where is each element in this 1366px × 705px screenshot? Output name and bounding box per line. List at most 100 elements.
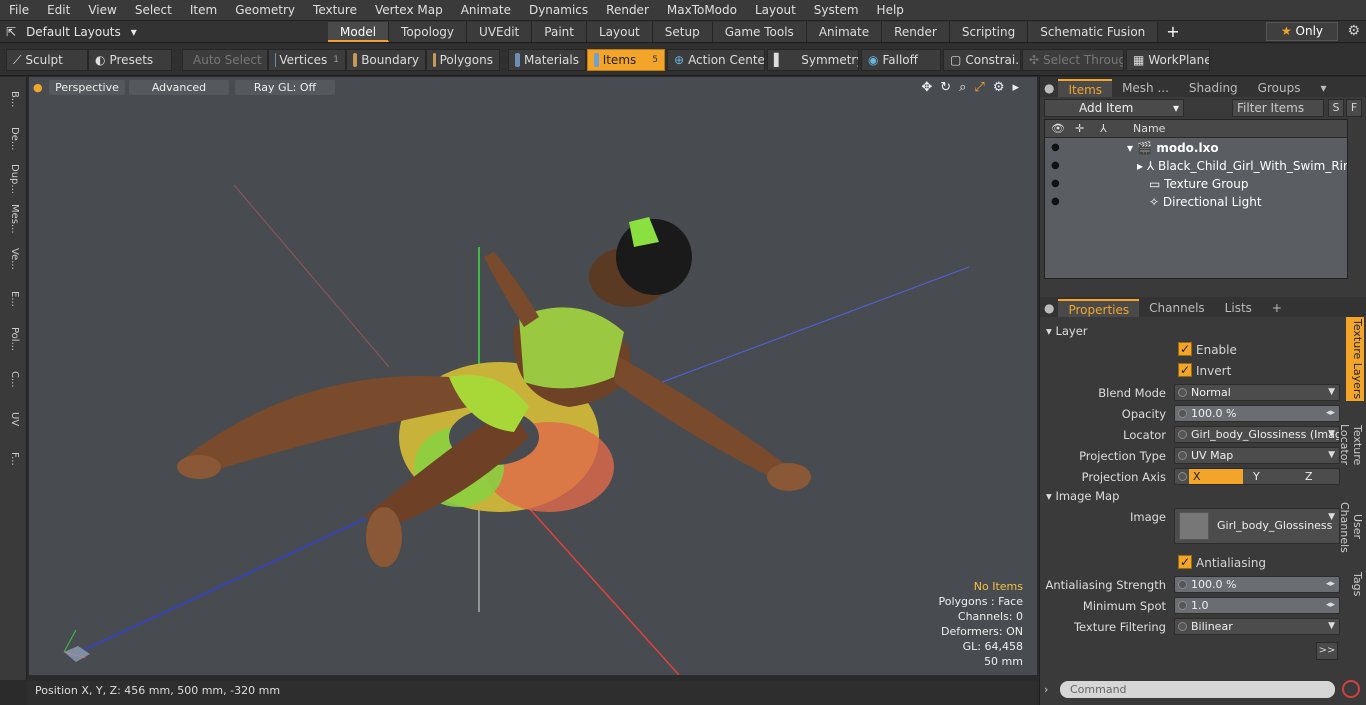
presets-button[interactable]: ◐ Presets: [88, 49, 172, 71]
tab-render[interactable]: Render: [882, 22, 950, 42]
texture-filtering-select[interactable]: Bilinear ▼: [1174, 618, 1340, 635]
projection-type-select[interactable]: UV Map ▼: [1174, 447, 1340, 464]
viewport-menu-dot[interactable]: ●: [33, 80, 43, 95]
tab-channels[interactable]: Channels: [1139, 299, 1215, 317]
workplane-button[interactable]: ▦ WorkPlane: [1126, 49, 1210, 71]
tabs-more-icon[interactable]: ▾: [1310, 79, 1336, 97]
tab-uvedit[interactable]: UVEdit: [467, 22, 533, 42]
strip-tab-duplicate[interactable]: Dup...: [6, 161, 20, 197]
menu-help[interactable]: Help: [868, 3, 913, 17]
tab-animate[interactable]: Animate: [806, 22, 883, 42]
menu-layout[interactable]: Layout: [746, 3, 805, 17]
opacity-input[interactable]: 100.0 % ◂▸: [1174, 405, 1340, 422]
axis-y-button[interactable]: Y: [1249, 469, 1260, 484]
menu-vertex-map[interactable]: Vertex Map: [366, 3, 452, 17]
constraints-button[interactable]: ▢ Constrai...: [943, 49, 1021, 71]
visibility-eye-icon[interactable]: ●: [1051, 175, 1060, 193]
slider-arrows-icon[interactable]: ◂▸: [1326, 598, 1335, 613]
command-input[interactable]: Command: [1060, 681, 1335, 698]
item-row[interactable]: ● ▾ 🎬 modo.lxo: [1045, 139, 1347, 157]
add-tab-icon[interactable]: +: [1262, 299, 1292, 317]
strip-tab-fusion[interactable]: F...: [6, 441, 20, 477]
only-button[interactable]: ★ Only: [1266, 22, 1338, 41]
tab-shading[interactable]: Shading: [1179, 79, 1248, 97]
boundary-button[interactable]: Boundary: [346, 49, 426, 71]
strip-tab-uv[interactable]: UV: [6, 401, 20, 437]
tab-groups[interactable]: Groups: [1248, 79, 1311, 97]
menu-edit[interactable]: Edit: [38, 3, 79, 17]
gear-icon[interactable]: ⚙: [1347, 23, 1360, 39]
strip-tab-basic[interactable]: B...: [6, 81, 20, 117]
menu-select[interactable]: Select: [126, 3, 181, 17]
auto-select-button[interactable]: Auto Select: [182, 49, 268, 71]
record-icon[interactable]: [1342, 680, 1360, 698]
filter-items-input[interactable]: Filter Items: [1232, 99, 1324, 117]
menu-file[interactable]: File: [0, 3, 38, 17]
s-button[interactable]: S: [1328, 99, 1344, 117]
menu-view[interactable]: View: [79, 3, 125, 17]
tab-mesh[interactable]: Mesh ...: [1112, 79, 1179, 97]
symmetry-button[interactable]: ▌ Symmetry: [767, 49, 859, 71]
tab-properties[interactable]: Properties: [1058, 299, 1140, 317]
visibility-eye-icon[interactable]: ●: [1051, 193, 1060, 211]
visibility-eye-icon[interactable]: ●: [1051, 157, 1060, 175]
menu-render[interactable]: Render: [597, 3, 658, 17]
add-item-dropdown[interactable]: Add Item ▾: [1044, 99, 1184, 117]
layer-section[interactable]: ▾ Layer: [1046, 324, 1088, 338]
strip-tab-vertex[interactable]: Ve...: [6, 241, 20, 277]
menu-dynamics[interactable]: Dynamics: [520, 3, 597, 17]
blend-mode-select[interactable]: Normal ▼: [1174, 384, 1340, 401]
tab-topology[interactable]: Topology: [389, 22, 468, 42]
item-row[interactable]: ● ▸ ⅄ Black_Child_Girl_With_Swim_Ring ...: [1045, 157, 1347, 175]
tab-paint[interactable]: Paint: [532, 22, 587, 42]
move-view-icon[interactable]: ✥: [921, 80, 932, 95]
menu-maxtomodo[interactable]: MaxToModo: [658, 3, 746, 17]
menu-texture[interactable]: Texture: [304, 3, 366, 17]
min-spot-input[interactable]: 1.0 ◂▸: [1174, 597, 1340, 614]
tab-schematic-fusion[interactable]: Schematic Fusion: [1028, 22, 1159, 42]
strip-tab-mesh[interactable]: Mes...: [6, 201, 20, 237]
more-button[interactable]: >>: [1316, 642, 1338, 660]
3d-viewport[interactable]: ● Perspective Advanced Ray GL: Off ✥ ↻ ⌕…: [29, 77, 1037, 675]
tab-layout[interactable]: Layout: [586, 22, 653, 42]
antialiasing-checkbox[interactable]: ✓: [1178, 555, 1192, 569]
tab-game-tools[interactable]: Game Tools: [712, 22, 807, 42]
strip-tab-deform[interactable]: De...: [6, 121, 20, 157]
tab-user-channels[interactable]: User Channels: [1338, 489, 1364, 565]
tab-setup[interactable]: Setup: [652, 22, 713, 42]
slider-arrows-icon[interactable]: ◂▸: [1326, 577, 1335, 592]
strip-tab-curve[interactable]: C...: [6, 361, 20, 397]
aa-strength-input[interactable]: 100.0 % ◂▸: [1174, 576, 1340, 593]
items-button[interactable]: Items 5: [587, 49, 665, 71]
command-expand-icon[interactable]: ›: [1044, 683, 1048, 696]
name-column-header[interactable]: Name: [1133, 120, 1165, 138]
vertices-button[interactable]: Vertices 1: [268, 49, 346, 71]
select-through-button[interactable]: ✣Select Through: [1022, 49, 1124, 71]
item-row[interactable]: ● ✧ Directional Light: [1045, 193, 1347, 211]
tab-tags[interactable]: Tags: [1346, 569, 1364, 599]
image-map-section[interactable]: ▾ Image Map: [1046, 489, 1119, 503]
image-select[interactable]: Girl_body_Glossiness ▼: [1174, 508, 1340, 544]
action-center-button[interactable]: ⊕ Action Center: [667, 49, 765, 71]
falloff-button[interactable]: ◉ Falloff: [861, 49, 941, 71]
rotate-view-icon[interactable]: ↻: [940, 80, 951, 95]
menu-animate[interactable]: Animate: [452, 3, 520, 17]
tab-scripting[interactable]: Scripting: [949, 22, 1029, 42]
slider-arrows-icon[interactable]: ◂▸: [1326, 406, 1335, 421]
layouts-dropdown[interactable]: ⇱ Default Layouts ▾: [6, 23, 137, 41]
tab-model[interactable]: Model: [328, 22, 390, 42]
tab-lists[interactable]: Lists: [1215, 299, 1262, 317]
sculpt-button[interactable]: ⟋ Sculpt: [6, 49, 88, 71]
polygons-button[interactable]: Polygons: [426, 49, 500, 71]
play-icon[interactable]: ▸: [1012, 80, 1019, 95]
strip-tab-polygon[interactable]: Pol...: [6, 321, 20, 357]
menu-system[interactable]: System: [805, 3, 868, 17]
locator-select[interactable]: Girl_body_Glossiness (Image) ( ...▼: [1174, 426, 1340, 443]
raygl-button[interactable]: Ray GL: Off: [235, 80, 335, 95]
enable-checkbox[interactable]: ✓: [1178, 342, 1192, 356]
invert-checkbox[interactable]: ✓: [1178, 363, 1192, 377]
maximize-icon[interactable]: ⤢: [974, 80, 984, 95]
materials-button[interactable]: Materials: [508, 49, 586, 71]
menu-item[interactable]: Item: [181, 3, 226, 17]
item-row[interactable]: ● ▭ Texture Group: [1045, 175, 1347, 193]
